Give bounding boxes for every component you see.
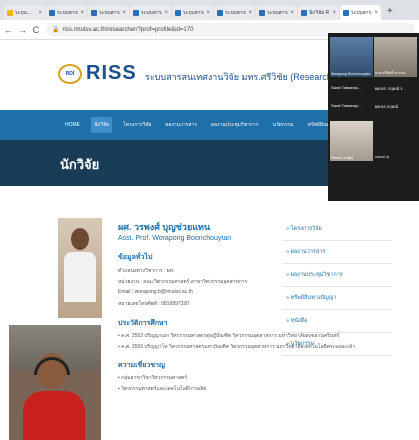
nav-item[interactable]: โครงการวิจัย	[120, 117, 154, 133]
side-links: » โครงการวิจัย» ผลงานวารสาร» ผลงานประชุม…	[282, 218, 392, 356]
participant-name: Worapong Boonchouytan	[331, 72, 371, 76]
participant-name: กฤษณ์ รุ่ง	[375, 155, 390, 159]
nav-item[interactable]: นวัตกรรม	[269, 117, 296, 133]
close-tab-icon[interactable]: ×	[290, 10, 294, 16]
tab-favicon-icon	[301, 9, 307, 16]
browser-tab[interactable]: ระบบสารสน×	[256, 5, 297, 20]
new-tab-button[interactable]: +	[382, 5, 398, 20]
nav-item[interactable]: นักวิจัย	[91, 117, 113, 133]
lock-icon: 🔒	[52, 27, 60, 33]
tab-favicon-icon	[259, 9, 265, 16]
tab-favicon-icon	[133, 9, 139, 16]
nav-item[interactable]: ผลงานวารสาร	[162, 117, 200, 133]
browser-tab[interactable]: ระบบสารสน×	[172, 5, 213, 20]
participant-video-tile[interactable]: นาย ทวีศักดิ์ สุวรรณ	[374, 37, 417, 77]
nav-item[interactable]: ผลงานประชุมวิชาการ	[208, 117, 261, 133]
tab-label: นักวิจัย R	[309, 9, 330, 16]
education-heading: ประวัติการศึกษา	[118, 320, 168, 327]
close-tab-icon[interactable]: ×	[332, 10, 336, 16]
close-tab-icon[interactable]: ×	[206, 10, 210, 16]
participant-video-tile[interactable]: กฤษณ์ รุ่ง	[374, 121, 417, 161]
profile-line: • วิศวกรรมศาสตร์และเทคโนโลยีการผลิต	[118, 386, 207, 392]
participant-video-tile[interactable]: Worapong Boonchouytan	[330, 37, 373, 77]
browser-tab[interactable]: ระบบสารสน×	[88, 5, 129, 20]
profile-line: หมายเลขโทรศัพท์ : 0816897320	[118, 301, 189, 307]
tab-label: ระบบสารสน	[57, 9, 78, 16]
researcher-name-th: ผศ. วรพงศ์ บุญช่วยแทน	[118, 222, 211, 232]
tab-label: ระบบสารสน	[225, 9, 246, 16]
tab-favicon-icon	[343, 9, 349, 16]
self-camera-video	[9, 325, 101, 440]
tab-label: ระบบสารสน	[141, 9, 162, 16]
close-tab-icon[interactable]: ×	[122, 10, 126, 16]
profile-line: ตำแหน่งทางวิชาการ : ผศ.	[118, 268, 175, 274]
browser-tab[interactable]: ระบบสารสน×	[130, 5, 171, 20]
close-tab-icon[interactable]: ×	[248, 10, 252, 16]
side-link[interactable]: » ผลงานวารสาร	[282, 241, 392, 264]
participant-video-tile[interactable]: Rawat Lungky	[330, 121, 373, 161]
side-link[interactable]: » หนังสือ	[282, 310, 392, 333]
browser-tab-strip: ระบบ...×ระบบสารสน×ระบบสารสน×ระบบสารสน×ระ…	[0, 0, 419, 20]
tab-favicon-icon	[91, 9, 97, 16]
close-tab-icon[interactable]: ×	[374, 10, 378, 16]
tab-label: ระบบสารสน	[99, 9, 120, 16]
tab-favicon-icon	[175, 9, 181, 16]
side-link[interactable]: » ทรัพย์สินทางปัญญา	[282, 287, 392, 310]
url-text: riss.rmutsv.ac.th/researcher/?prof=profi…	[62, 26, 194, 33]
participant-name: ผศ.ดร.กฤษณ์	[375, 104, 399, 109]
participant-name: Sarat Tatsanap...	[331, 85, 362, 90]
close-tab-icon[interactable]: ×	[80, 10, 84, 16]
profile-line: • กลุ่มสาขาวิชาวิศวกรรมศาสตร์	[118, 375, 188, 381]
close-tab-icon[interactable]: ×	[38, 10, 42, 16]
reload-icon[interactable]: C	[32, 25, 40, 35]
page-title: นักวิจัย	[60, 157, 100, 172]
researcher-photo	[58, 218, 102, 318]
nav-item[interactable]: HOME	[62, 118, 83, 132]
tab-label: ระบบสาร	[351, 9, 372, 16]
side-link[interactable]: » ผลงานประชุมวิชาการ	[282, 264, 392, 287]
general-info-heading: ข้อมูลทั่วไป	[118, 254, 153, 261]
forward-icon[interactable]: →	[18, 25, 27, 35]
participant-name: Sarat Tatsanap...	[331, 103, 362, 108]
profile-line: Email : worapong.b@rmutsv.ac.th	[118, 289, 193, 295]
expertise-heading: ความเชี่ยวชาญ	[118, 362, 165, 369]
tab-label: ระบบสารสน	[267, 9, 288, 16]
tab-favicon-icon	[49, 9, 55, 16]
participant-name: ผศ.ดร. กฤษณ์ ร...	[375, 86, 406, 91]
logo-text: RISS	[86, 62, 137, 84]
participant-name: นาย ทวีศักดิ์ สุวรรณ	[375, 71, 406, 75]
tab-favicon-icon	[217, 9, 223, 16]
profile-line: หน่วยงาน : คณะวิศวกรรมศาสตร์ สาขาวิศวกรร…	[118, 279, 248, 285]
browser-tab[interactable]: นักวิจัย R ×	[298, 5, 339, 20]
tab-label: ระบบ...	[15, 9, 31, 16]
browser-tab[interactable]: ระบบสาร ×	[340, 5, 381, 20]
browser-tab[interactable]: ระบบสารสน×	[46, 5, 87, 20]
researcher-name-en: Asst. Prof. Worapong Boonchouytan	[118, 235, 232, 242]
browser-tab[interactable]: ระบบสารสน×	[214, 5, 255, 20]
browser-tab[interactable]: ระบบ... ×	[4, 5, 45, 20]
side-link[interactable]: » นวัตกรรม	[282, 333, 392, 356]
logo-badge: RDI	[58, 63, 82, 84]
tab-label: ระบบสารสน	[183, 9, 204, 16]
close-tab-icon[interactable]: ×	[164, 10, 168, 16]
video-call-panel: Worapong Boonchouytan นาย ทวีศักดิ์ สุวรร…	[328, 33, 419, 201]
back-icon[interactable]: ←	[4, 25, 13, 35]
participant-name: Rawat Lungky	[331, 156, 354, 160]
side-link[interactable]: » โครงการวิจัย	[282, 218, 392, 241]
site-logo[interactable]: RDI RISS	[58, 62, 137, 85]
tab-favicon-icon	[7, 9, 13, 16]
